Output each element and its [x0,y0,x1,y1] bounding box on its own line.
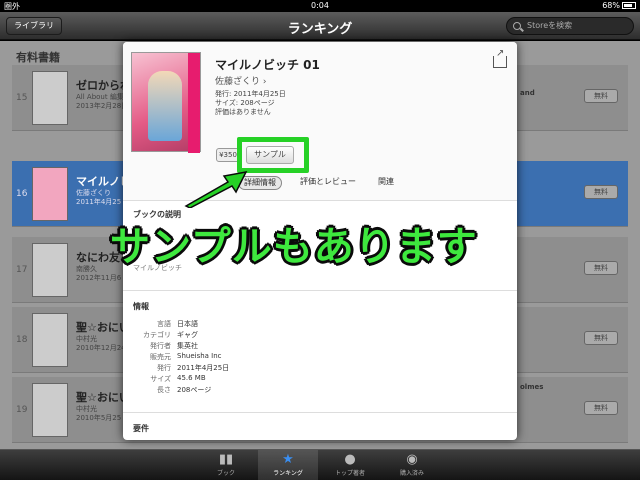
cover-illustration [148,71,182,141]
clock: 0:04 [311,1,329,10]
info-label: カテゴリ [143,331,171,339]
info-label: 発行者 [150,342,171,350]
book-cover [131,52,201,153]
search-icon [513,22,521,30]
book-meta: 中村光 2010年12月24 [76,335,126,352]
book-meta: 佐藤ざくり 2011年4月25 [76,189,122,206]
status-bar: 圏外 0:04 68% [0,0,640,12]
nav-bar: ライブラリ ランキング Storeを検索 [0,12,640,40]
annotation-caption: サンプルもあります [110,224,478,270]
tab-top-authors[interactable]: ● トップ著者 [320,450,380,480]
book-thumbnail [32,243,68,297]
battery-status: 68% [602,1,636,10]
info-value: 日本語 [177,320,198,328]
download-icon: ◉ [406,452,418,467]
info-label: 長さ [157,386,171,394]
battery-percent: 68% [602,1,620,10]
book-thumbnail [32,313,68,367]
book-title: マイルノビッチ 01 [215,58,320,72]
info-title: 情報 [133,302,149,311]
rank-number: 18 [16,335,28,345]
tab-books[interactable]: ▮▮ ブック [196,450,256,480]
info-label: サイズ [150,375,171,383]
row-peek-text: olmes [520,383,544,391]
row-peek-text: and [520,89,535,97]
book-title: 聖☆おにい [76,391,130,404]
tab-related[interactable]: 関連 [378,176,394,190]
book-thumbnail [32,383,68,437]
free-button[interactable]: 無料 [584,185,618,199]
tab-purchased[interactable]: ◉ 購入済み [382,450,442,480]
info-label: 販売元 [150,353,171,361]
share-icon[interactable] [493,48,507,68]
annotation-arrow [184,170,248,208]
requirements-section: 要件 [123,412,517,440]
search-placeholder: Storeを検索 [527,21,573,30]
rank-number: 16 [16,189,28,199]
rank-number: 15 [16,93,28,103]
author-link[interactable]: 佐藤ざくり › [215,74,266,87]
free-button[interactable]: 無料 [584,89,618,103]
free-button[interactable]: 無料 [584,261,618,275]
tab-label: ブック [216,470,235,477]
release-date: 発行: 2011年4月25日 [215,90,286,98]
info-label: 発行 [157,364,171,372]
free-button[interactable]: 無料 [584,401,618,415]
tab-bar: ▮▮ ブック ★ ランキング ● トップ著者 ◉ 購入済み [0,449,640,480]
battery-icon [622,2,636,9]
search-input[interactable]: Storeを検索 [506,17,634,35]
book-meta: 発行: 2011年4月25日 サイズ: 208ページ 評価はありません [215,90,286,117]
info-value: ギャグ [177,331,198,339]
book-title: 聖☆おにい [76,321,130,334]
requirements-title: 要件 [133,424,149,433]
tab-ranking[interactable]: ★ ランキング [258,450,318,480]
rank-number: 17 [16,265,28,275]
rank-number: 19 [16,405,28,415]
free-button[interactable]: 無料 [584,331,618,345]
info-value: 208ページ [177,386,212,394]
star-icon: ★ [282,452,294,467]
info-value: Shueisha Inc [177,352,222,360]
page-count: サイズ: 208ページ [215,99,275,107]
rating-text: 評価はありません [215,108,271,116]
book-thumbnail [32,71,68,125]
tab-reviews[interactable]: 評価とレビュー [300,176,356,190]
info-label: 言語 [157,320,171,328]
info-section: 情報 言語 日本語 カテゴリ ギャグ 発行者 集英社 販売元 Shueisha … [123,290,517,406]
tab-label: ランキング [273,470,303,477]
list-header: 有料書籍 [16,51,60,64]
info-value: 45.6 MB [177,374,206,382]
person-icon: ● [344,452,356,467]
cover-band [188,53,200,153]
info-value: 2011年4月25日 [177,364,230,372]
book-icon: ▮▮ [218,452,234,467]
tab-label: トップ著者 [334,470,365,477]
info-value: 集英社 [177,342,198,350]
book-thumbnail [32,167,68,221]
book-meta: 中村光 2010年5月25 [76,405,122,422]
tab-label: 購入済み [399,470,424,477]
